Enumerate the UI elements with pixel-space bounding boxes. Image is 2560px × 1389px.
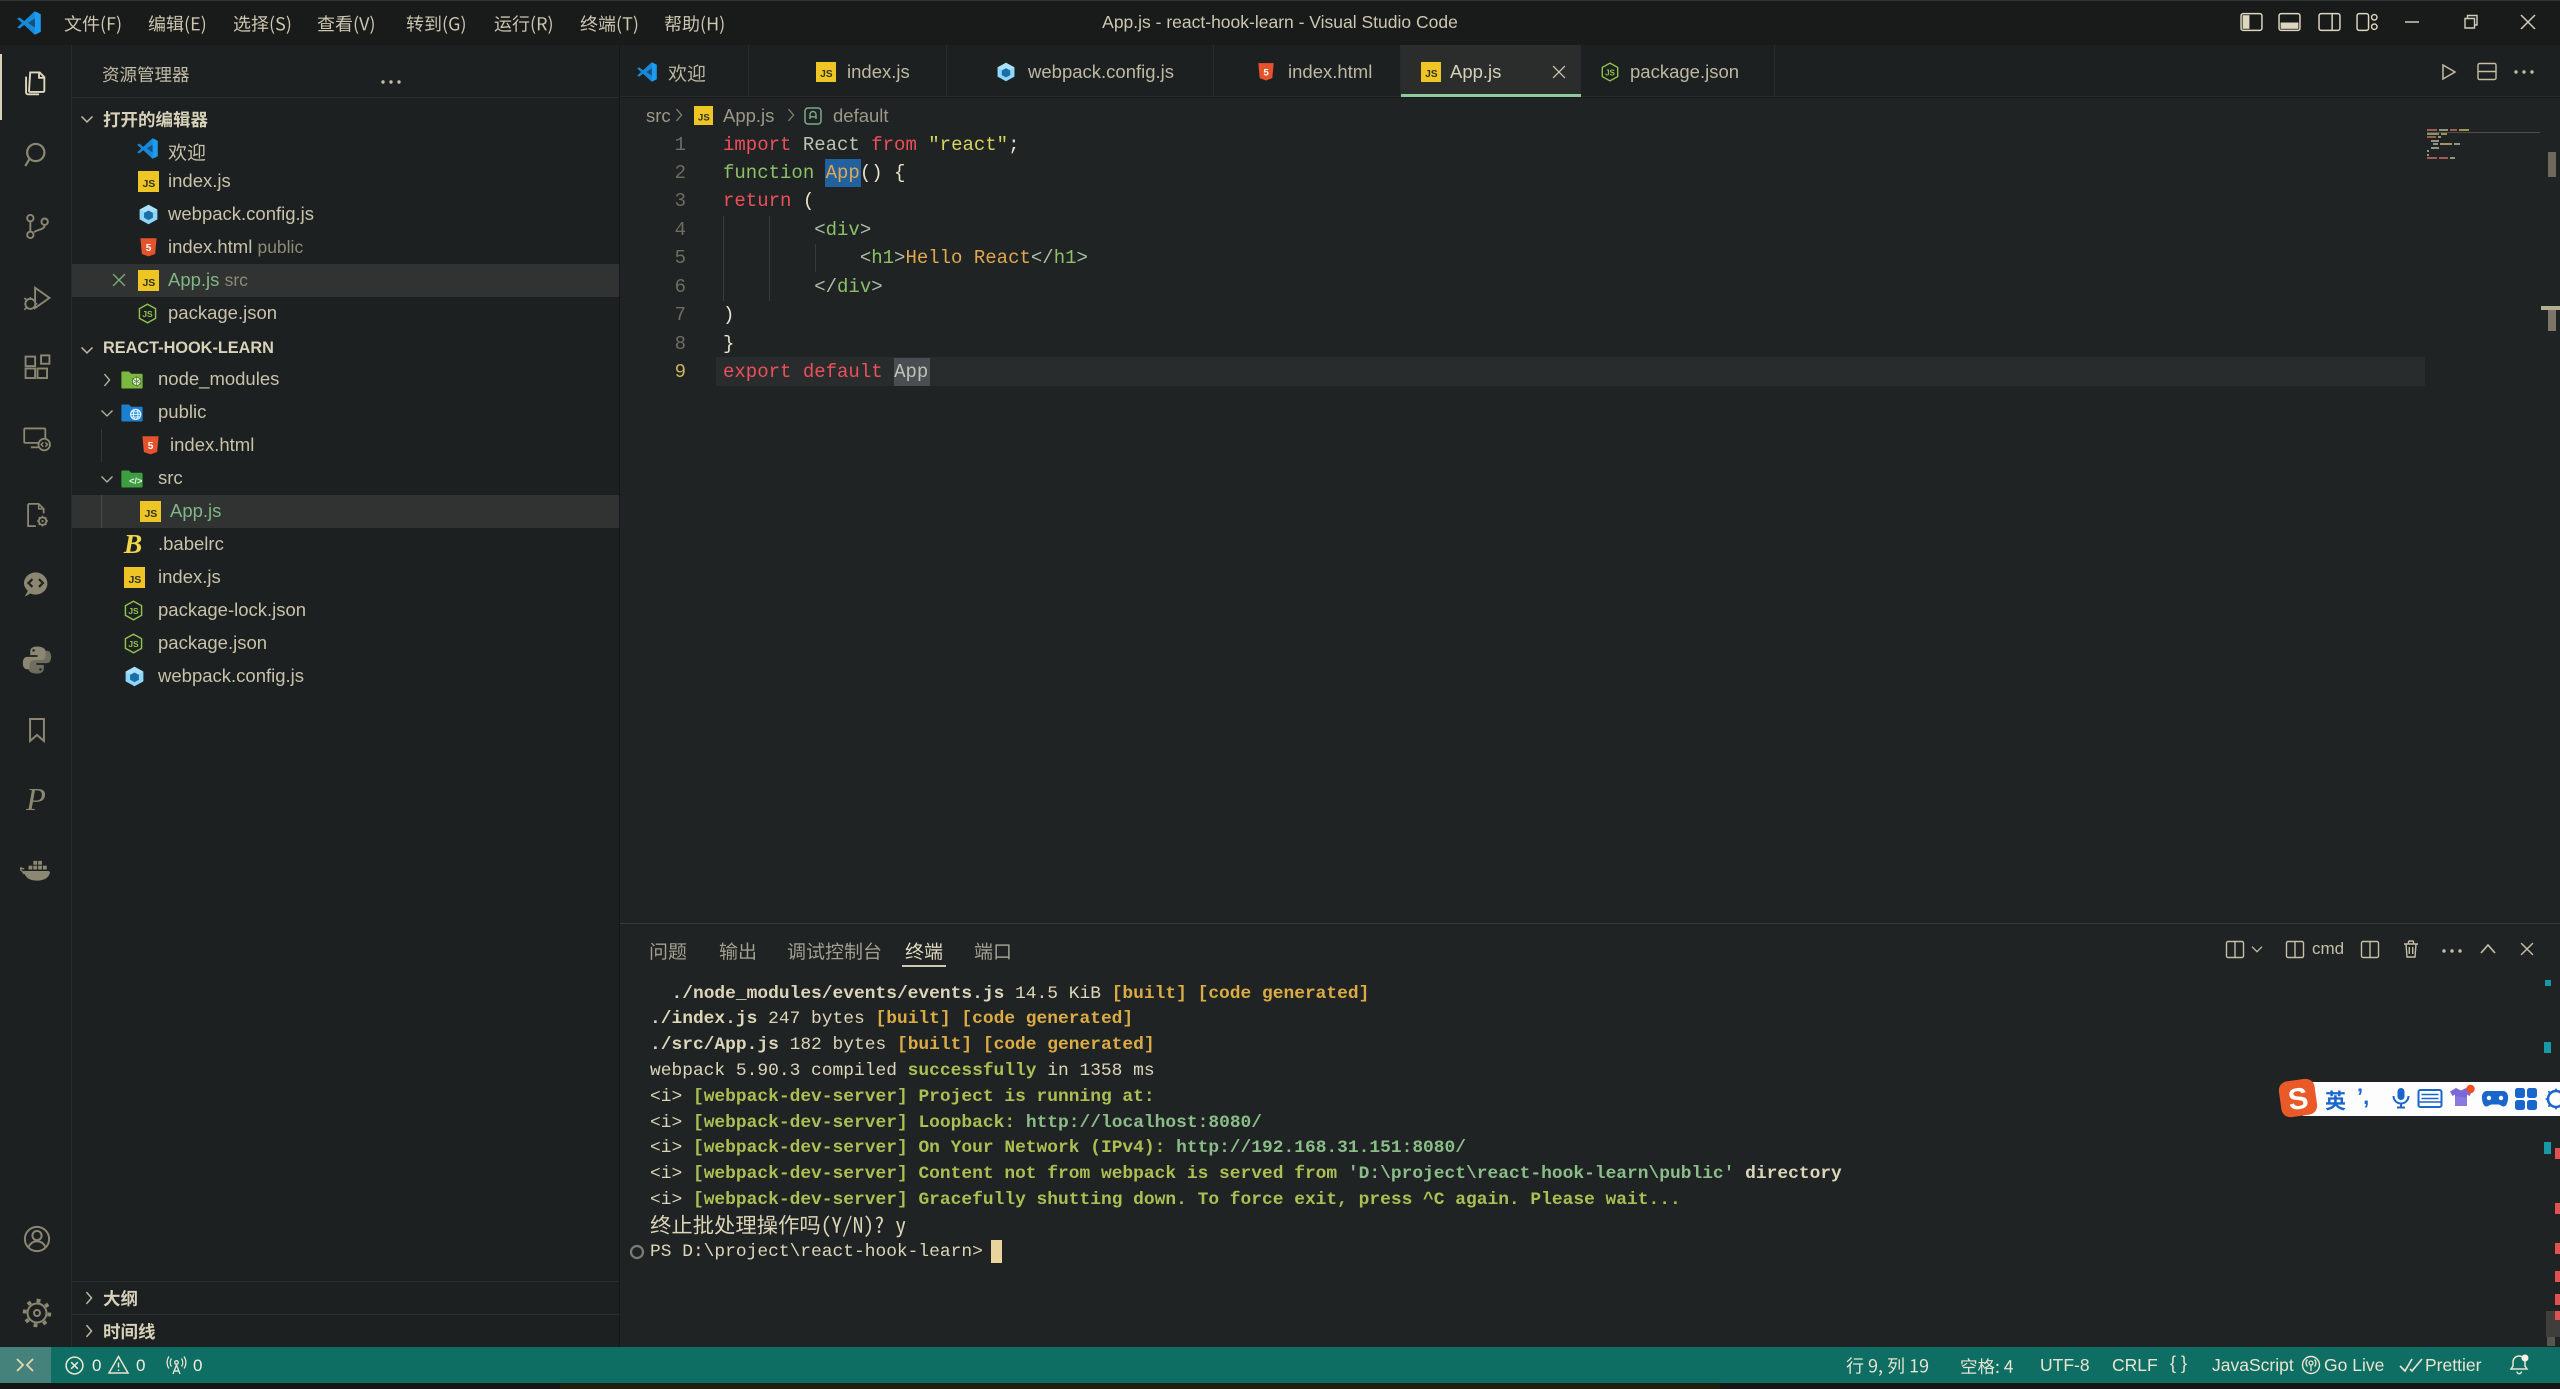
svg-text:JS: JS [1425,69,1438,80]
svg-text:JS: JS [1605,68,1615,77]
svg-text:JS: JS [128,606,139,616]
svg-text:5: 5 [146,243,152,254]
svg-text:</>: </> [129,476,143,486]
svg-text:JS: JS [698,112,710,123]
svg-text:5: 5 [1263,67,1269,78]
svg-text:JS: JS [128,574,141,586]
svg-text:5: 5 [148,441,154,452]
svg-text:JS: JS [142,178,155,190]
svg-text:JS: JS [128,639,139,649]
svg-text:JS: JS [144,508,157,520]
svg-text:JS: JS [820,69,833,80]
svg-text:JS: JS [142,277,155,289]
svg-text:JS: JS [142,309,153,319]
